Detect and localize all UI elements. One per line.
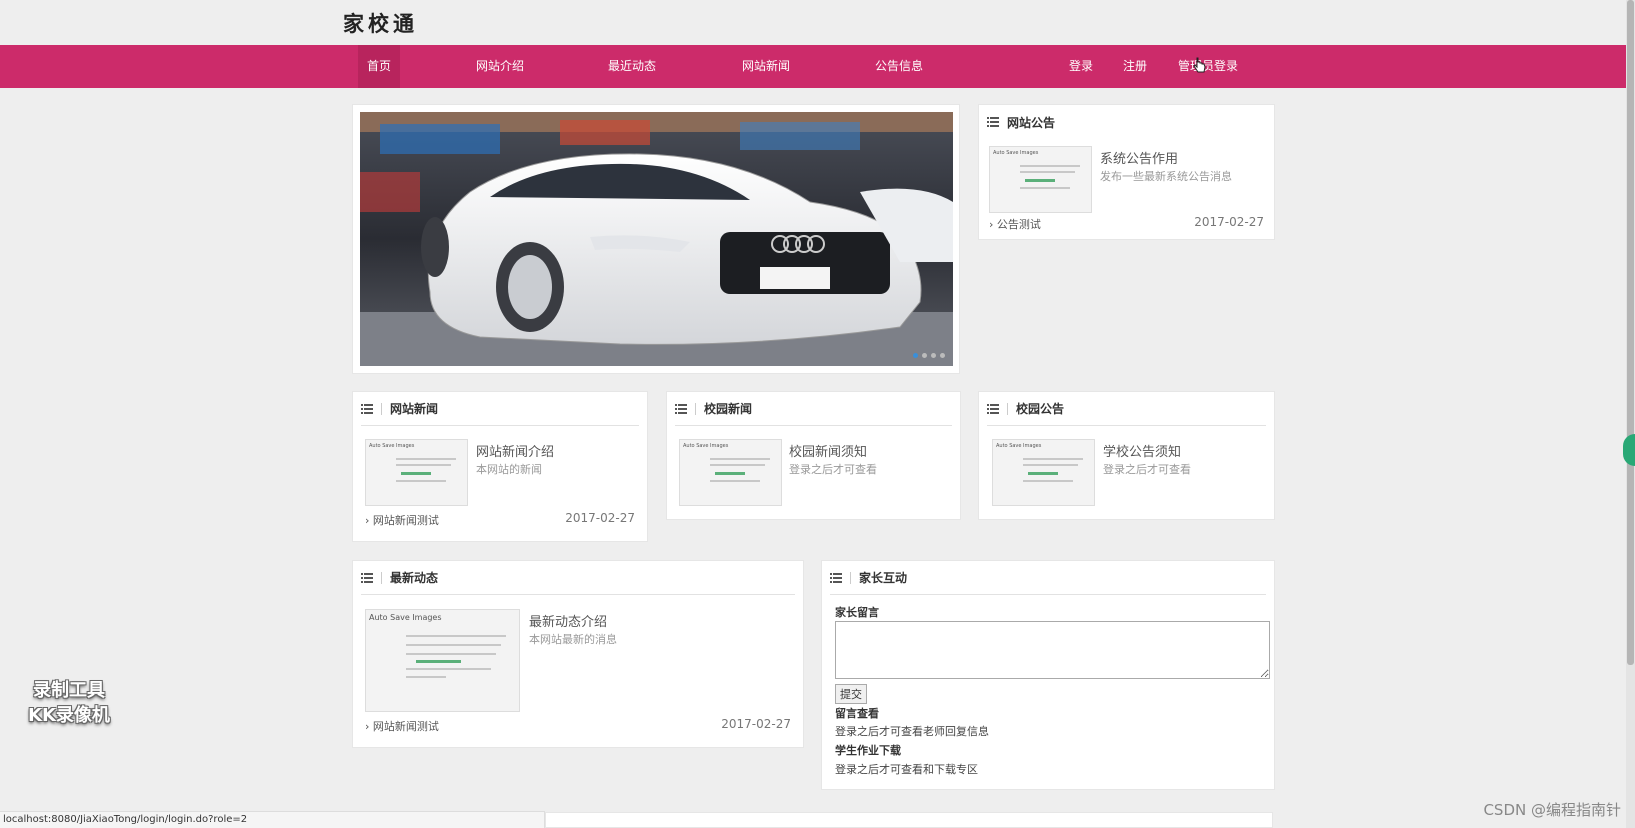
nav-login[interactable]: 登录 — [1064, 45, 1098, 88]
latest-item-sub: 本网站最新的消息 — [529, 633, 617, 646]
nav-notices[interactable]: 公告信息 — [865, 45, 933, 88]
latest-thumbnail[interactable]: Auto Save Images — [365, 609, 520, 712]
recorder-watermark: 录制工具 KK录像机 — [28, 678, 110, 728]
notice-date: 2017-02-27 — [1194, 215, 1264, 229]
panel-title: 网站新闻 — [390, 402, 439, 416]
news-thumbnail[interactable]: Auto Save Images — [365, 439, 468, 506]
page-scrollbar[interactable] — [1626, 0, 1635, 828]
watermark-line2: KK录像机 — [28, 705, 110, 726]
panel-title: 校园新闻 — [704, 402, 753, 416]
panel-header: 网站新闻 — [361, 392, 639, 426]
nav-recent[interactable]: 最近动态 — [598, 45, 666, 88]
thumb-caption: Auto Save Images — [683, 443, 729, 449]
mouse-cursor-icon — [1192, 57, 1206, 79]
nav-home[interactable]: 首页 — [358, 45, 400, 88]
list-icon — [987, 403, 999, 414]
panel-header: 校园新闻 — [675, 392, 952, 426]
news-item-title[interactable]: 网站新闻介绍 — [476, 441, 554, 460]
carousel-dots — [913, 353, 945, 358]
notice-item-title[interactable]: 系统公告作用 — [1100, 148, 1178, 167]
divider — [381, 402, 382, 415]
watermark-line1: 录制工具 — [32, 680, 105, 701]
site-news-panel: 网站新闻 Auto Save Images 网站新闻介绍 本网站的新闻 › 网站… — [352, 391, 648, 542]
carousel-dot-3[interactable] — [931, 353, 936, 358]
divider — [695, 402, 696, 415]
latest-foot-link[interactable]: › 网站新闻测试 — [365, 718, 439, 734]
nav-admin-login[interactable]: 管理员登录 — [1172, 45, 1244, 88]
nav-register[interactable]: 注册 — [1118, 45, 1152, 88]
view-label: 留言查看 — [835, 707, 879, 720]
campus-news-item-sub: 登录之后才可查看 — [789, 463, 877, 476]
campus-notice-thumbnail[interactable]: Auto Save Images — [992, 439, 1095, 506]
panel-title: 校园公告 — [1016, 402, 1065, 416]
panel-header: 最新动态 — [361, 561, 795, 595]
message-textarea[interactable] — [835, 621, 1270, 679]
latest-date: 2017-02-27 — [721, 717, 791, 731]
thumb-caption: Auto Save Images — [993, 150, 1039, 156]
notice-foot-link[interactable]: › 公告测试 — [989, 216, 1041, 232]
carousel-dot-1[interactable] — [913, 353, 918, 358]
thumb-caption: Auto Save Images — [369, 613, 442, 622]
panel-title: 最新动态 — [390, 571, 439, 585]
panel-header: 家长互动 — [830, 561, 1266, 595]
campus-news-panel: 校园新闻 Auto Save Images 校园新闻须知 登录之后才可查看 — [666, 391, 961, 520]
latest-item-title[interactable]: 最新动态介绍 — [529, 611, 607, 630]
view-text: 登录之后才可查看老师回复信息 — [835, 725, 989, 738]
panel-title: 网站公告 — [1007, 115, 1056, 130]
list-icon — [675, 403, 687, 414]
campus-news-item-title[interactable]: 校园新闻须知 — [789, 441, 867, 460]
thumb-caption: Auto Save Images — [369, 443, 415, 449]
footer-strip — [545, 812, 1273, 828]
nav-about[interactable]: 网站介绍 — [466, 45, 534, 88]
submit-button[interactable]: 提交 — [835, 684, 867, 704]
news-foot-link[interactable]: › 网站新闻测试 — [365, 512, 439, 528]
parent-interaction-panel: 家长互动 家长留言 提交 留言查看 登录之后才可查看老师回复信息 学生作业下载 … — [821, 560, 1275, 790]
site-notice-panel: 网站公告 Auto Save Images 系统公告作用 发布一些最新系统公告消… — [978, 104, 1275, 240]
message-label: 家长留言 — [835, 606, 879, 619]
notice-item-sub: 发布一些最新系统公告消息 — [1100, 170, 1232, 183]
list-icon — [361, 572, 373, 583]
scrollbar-thumb[interactable] — [1627, 0, 1634, 665]
list-icon — [361, 403, 373, 414]
panel-title: 家长互动 — [859, 571, 908, 585]
csdn-watermark: CSDN @编程指南针 — [1483, 801, 1621, 819]
carousel-dot-4[interactable] — [940, 353, 945, 358]
panel-header: 校园公告 — [987, 392, 1266, 426]
side-float-button[interactable] — [1623, 434, 1635, 466]
list-icon — [987, 117, 999, 127]
thumb-caption: Auto Save Images — [996, 443, 1042, 449]
homework-text: 登录之后才可查看和下载专区 — [835, 763, 978, 776]
news-date: 2017-02-27 — [565, 511, 635, 525]
carousel-dot-2[interactable] — [922, 353, 927, 358]
list-icon — [830, 572, 842, 583]
homework-label: 学生作业下载 — [835, 744, 901, 757]
car-photo — [360, 112, 953, 366]
foot-link-text: 网站新闻测试 — [372, 514, 439, 527]
nav-news[interactable]: 网站新闻 — [732, 45, 800, 88]
news-item-sub: 本网站的新闻 — [476, 463, 542, 476]
foot-link-text: 公告测试 — [996, 218, 1041, 231]
campus-news-thumbnail[interactable]: Auto Save Images — [679, 439, 782, 506]
site-title: 家校通 — [343, 12, 418, 36]
main-navbar: 首页 网站介绍 最近动态 网站新闻 公告信息 登录 注册 管理员登录 — [0, 45, 1626, 88]
latest-panel: 最新动态 Auto Save Images 最新动态介绍 本网站最新的消息 › … — [352, 560, 804, 748]
campus-notice-panel: 校园公告 Auto Save Images 学校公告须知 登录之后才可查看 — [978, 391, 1275, 520]
campus-notice-item-title[interactable]: 学校公告须知 — [1103, 441, 1181, 460]
carousel-image[interactable] — [360, 112, 953, 366]
divider — [1007, 402, 1008, 415]
panel-header: 网站公告 — [987, 105, 1266, 139]
campus-notice-item-sub: 登录之后才可查看 — [1103, 463, 1191, 476]
divider — [381, 571, 382, 584]
notice-thumbnail[interactable]: Auto Save Images — [989, 146, 1092, 213]
divider — [850, 571, 851, 584]
status-bar-url: localhost:8080/JiaXiaoTong/login/login.d… — [0, 811, 545, 828]
foot-link-text: 网站新闻测试 — [372, 720, 439, 733]
